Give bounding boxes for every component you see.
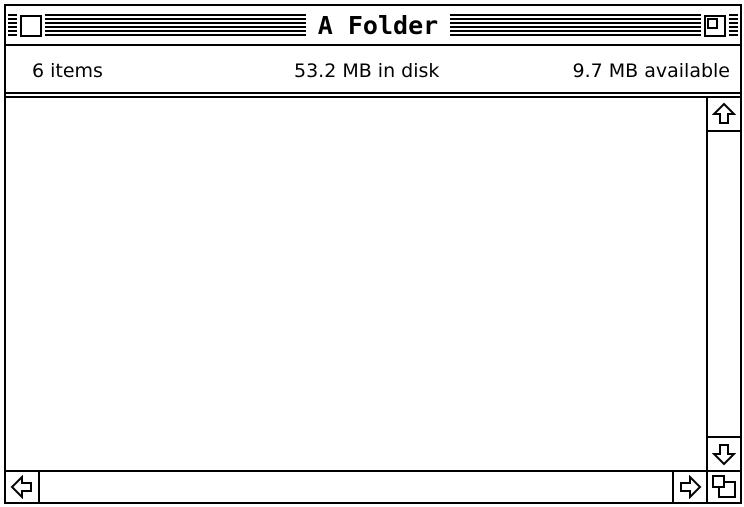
arrow-down-icon [712,444,736,466]
item-count: 6 items [32,60,103,82]
zoom-box-icon[interactable] [701,12,729,40]
vertical-scrollbar[interactable] [706,98,740,470]
available-space: 9.7 MB available [572,60,730,82]
folder-content-area[interactable] [6,98,706,470]
title-bar[interactable]: A Folder [6,6,740,46]
arrow-up-icon [712,102,736,124]
horizontal-scrollbar[interactable] [6,470,706,502]
info-bar: 6 items 53.2 MB in disk 9.7 MB available [6,46,740,98]
title-bar-stripes-right [450,14,738,38]
grow-box-icon [712,475,736,498]
arrow-left-icon [10,475,32,499]
scroll-left-button[interactable] [6,472,40,502]
disk-usage: 53.2 MB in disk [294,60,440,82]
arrow-right-icon [680,475,702,499]
scroll-right-button[interactable] [672,472,706,502]
window-title: A Folder [306,12,450,40]
title-bar-stripes-left [8,14,308,38]
scroll-down-button[interactable] [708,436,740,470]
scroll-up-button[interactable] [708,98,740,132]
finder-window: A Folder 6 items 53.2 MB in disk 9.7 MB … [4,4,742,504]
grow-box[interactable] [706,470,740,502]
close-box-icon[interactable] [17,12,45,40]
